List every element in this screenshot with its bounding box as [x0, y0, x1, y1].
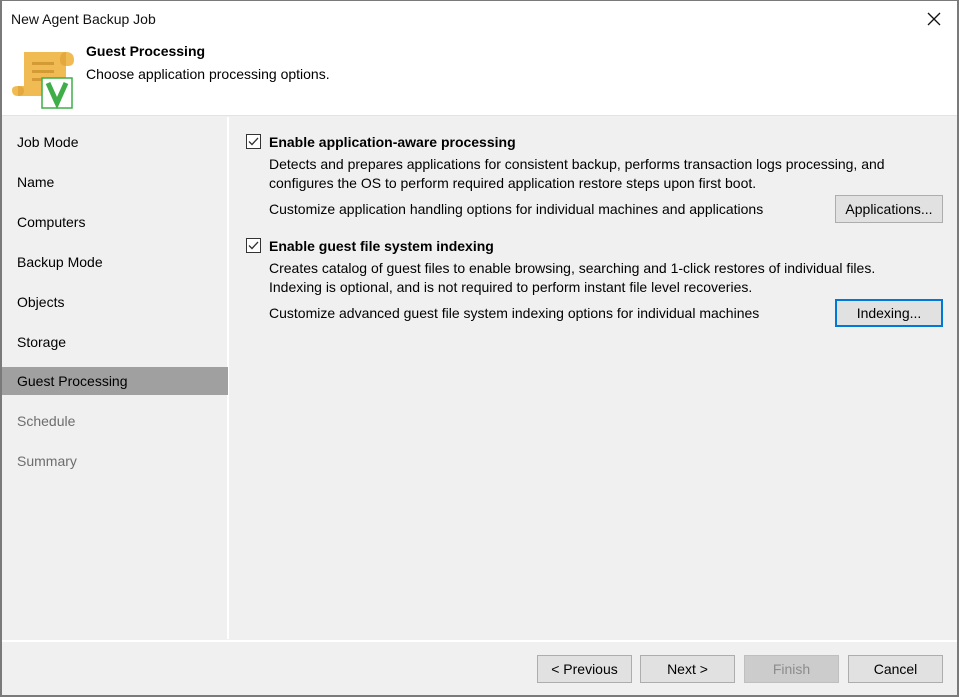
indexing-description-line1: Creates catalog of guest files to enable…	[269, 260, 876, 276]
sidebar-item-summary: Summary	[17, 453, 77, 469]
app-aware-checkbox[interactable]	[246, 134, 261, 149]
cancel-button[interactable]: Cancel	[848, 655, 943, 683]
app-aware-label[interactable]: Enable application-aware processing	[269, 134, 516, 150]
app-aware-description-line2: configures the OS to perform required ap…	[269, 175, 757, 191]
indexing-description-line2: Indexing is optional, and is not require…	[269, 279, 753, 295]
indexing-button[interactable]: Indexing...	[835, 299, 943, 327]
indexing-label[interactable]: Enable guest file system indexing	[269, 238, 494, 254]
next-button[interactable]: Next >	[640, 655, 735, 683]
checkmark-icon	[248, 241, 259, 250]
step-title: Guest Processing	[86, 43, 206, 59]
wizard-steps-sidebar: Job Mode Name Computers Backup Mode Obje…	[2, 117, 229, 639]
close-button[interactable]	[919, 5, 949, 33]
sidebar-item-name[interactable]: Name	[2, 168, 228, 196]
sidebar-item-schedule: Schedule	[17, 413, 76, 429]
checkmark-icon	[248, 137, 259, 146]
applications-button[interactable]: Applications...	[835, 195, 943, 223]
finish-button: Finish	[744, 655, 839, 683]
wizard-window: New Agent Backup Job Guest Processing Ch…	[0, 0, 959, 697]
app-aware-description-line1: Detects and prepares applications for co…	[269, 156, 885, 172]
scroll-with-checkmark-icon	[12, 52, 74, 110]
sidebar-item-backup-mode[interactable]: Backup Mode	[2, 248, 228, 276]
guest-processing-panel: Enable application-aware processing Dete…	[231, 117, 957, 639]
sidebar-item-storage[interactable]: Storage	[2, 328, 228, 356]
sidebar-item-computers[interactable]: Computers	[2, 208, 228, 236]
sidebar-item-objects[interactable]: Objects	[2, 288, 228, 316]
wizard-header: Guest Processing Choose application proc…	[2, 39, 957, 116]
wizard-footer: < Previous Next > Finish Cancel	[2, 640, 957, 695]
title-bar: New Agent Backup Job	[2, 1, 957, 39]
previous-button[interactable]: < Previous	[537, 655, 632, 683]
window-title: New Agent Backup Job	[11, 11, 156, 27]
step-description: Choose application processing options.	[86, 66, 330, 82]
indexing-checkbox[interactable]	[246, 238, 261, 253]
sidebar-item-job-mode[interactable]: Job Mode	[2, 128, 228, 156]
sidebar-item-guest-processing[interactable]: Guest Processing	[2, 367, 228, 395]
close-icon	[927, 12, 941, 26]
indexing-customize-text: Customize advanced guest file system ind…	[269, 305, 760, 321]
app-aware-customize-text: Customize application handling options f…	[269, 201, 764, 217]
